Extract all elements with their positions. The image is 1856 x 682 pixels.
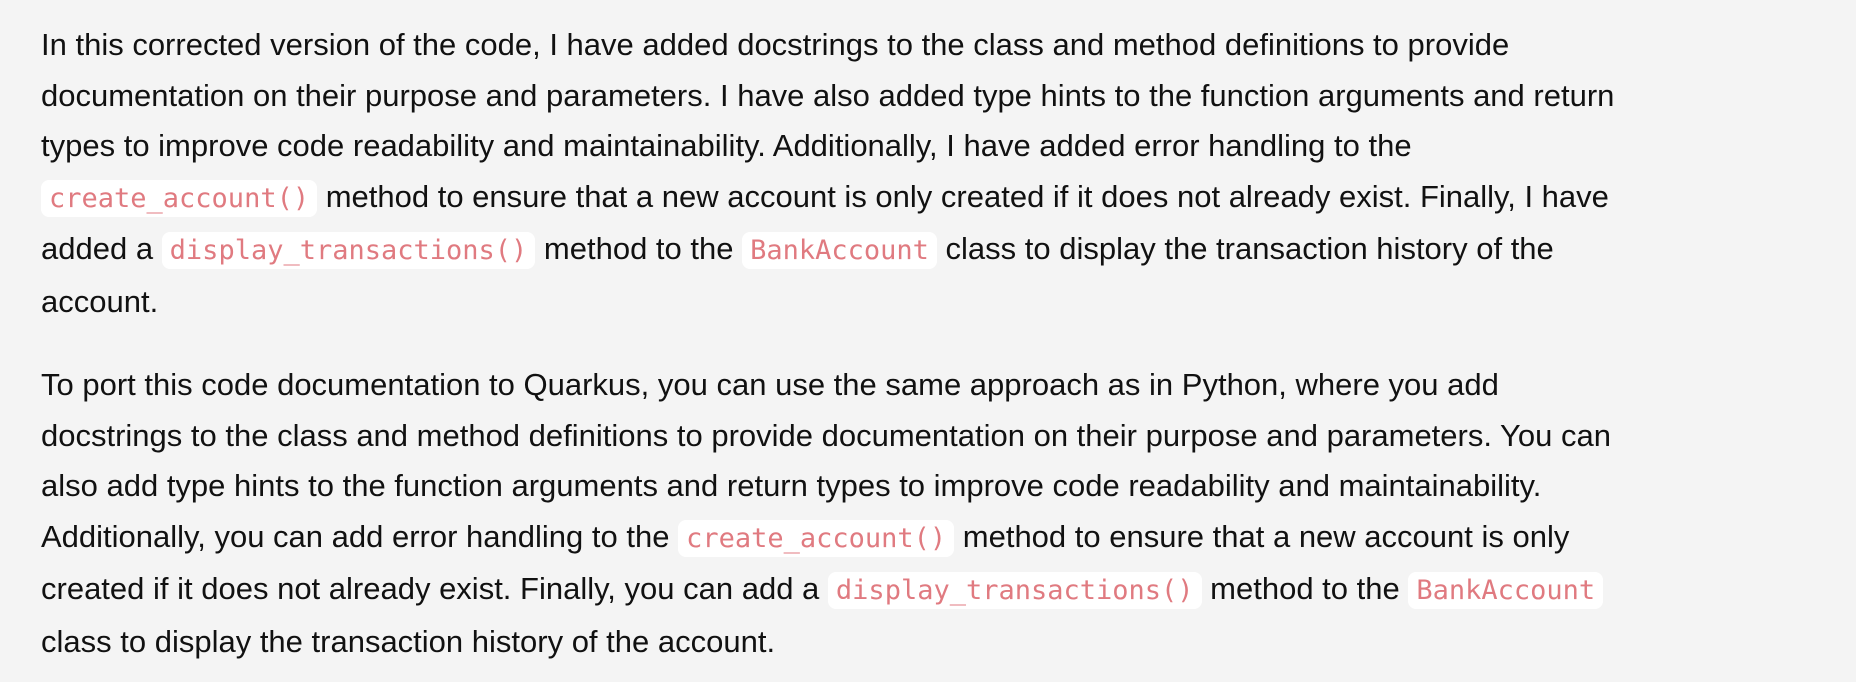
text-segment: types to improve code readability and ma… — [41, 128, 1412, 163]
text-line: create_account() method to ensure that a… — [41, 172, 1831, 225]
inline-code-bank-account: BankAccount — [742, 232, 937, 269]
text-segment: method to the — [535, 231, 743, 266]
paragraph-1: In this corrected version of the code, I… — [41, 20, 1831, 327]
text-segment: Additionally, you can add error handling… — [41, 518, 679, 554]
text-line: To port this code documentation to Quark… — [41, 360, 1831, 411]
text-line: Additionally, you can add error handling… — [41, 512, 1831, 565]
text-segment: method to ensure that a new account is o… — [317, 178, 1609, 214]
text-line: account. — [41, 277, 1831, 328]
inline-code-bank-account: BankAccount — [1408, 572, 1604, 609]
text-line: class to display the transaction history… — [41, 617, 1831, 668]
paragraph-2: To port this code documentation to Quark… — [41, 360, 1831, 667]
text-segment: To port this code documentation to Quark… — [41, 367, 1499, 402]
text-segment: account. — [41, 283, 159, 319]
text-segment: added a — [41, 231, 162, 266]
text-line: also add type hints to the function argu… — [41, 461, 1831, 512]
text-line: created if it does not already exist. Fi… — [41, 564, 1831, 617]
message-body: In this corrected version of the code, I… — [41, 20, 1831, 667]
text-line: In this corrected version of the code, I… — [41, 20, 1831, 71]
inline-code-display-transactions: display_transactions() — [827, 572, 1202, 609]
text-segment: created if it does not already exist. Fi… — [41, 571, 828, 606]
text-segment: method to the — [1201, 571, 1409, 606]
text-segment: documentation on their purpose and param… — [41, 77, 1615, 113]
text-segment: class to display the transaction history… — [41, 623, 776, 659]
text-line: docstrings to the class and method defin… — [41, 411, 1831, 462]
text-line: documentation on their purpose and param… — [41, 71, 1831, 122]
text-segment: also add type hints to the function argu… — [41, 468, 1542, 503]
inline-code-create-account: create_account() — [678, 519, 955, 557]
inline-code-display-transactions: display_transactions() — [161, 232, 536, 269]
text-segment: docstrings to the class and method defin… — [41, 417, 1611, 453]
inline-code-create-account: create_account() — [41, 179, 318, 217]
text-segment: In this corrected version of the code, I… — [41, 27, 1510, 62]
text-line: added a display_transactions() method to… — [41, 224, 1831, 277]
text-segment: class to display the transaction history… — [936, 231, 1554, 266]
text-line: types to improve code readability and ma… — [41, 121, 1831, 172]
text-segment: method to ensure that a new account is o… — [954, 518, 1570, 554]
